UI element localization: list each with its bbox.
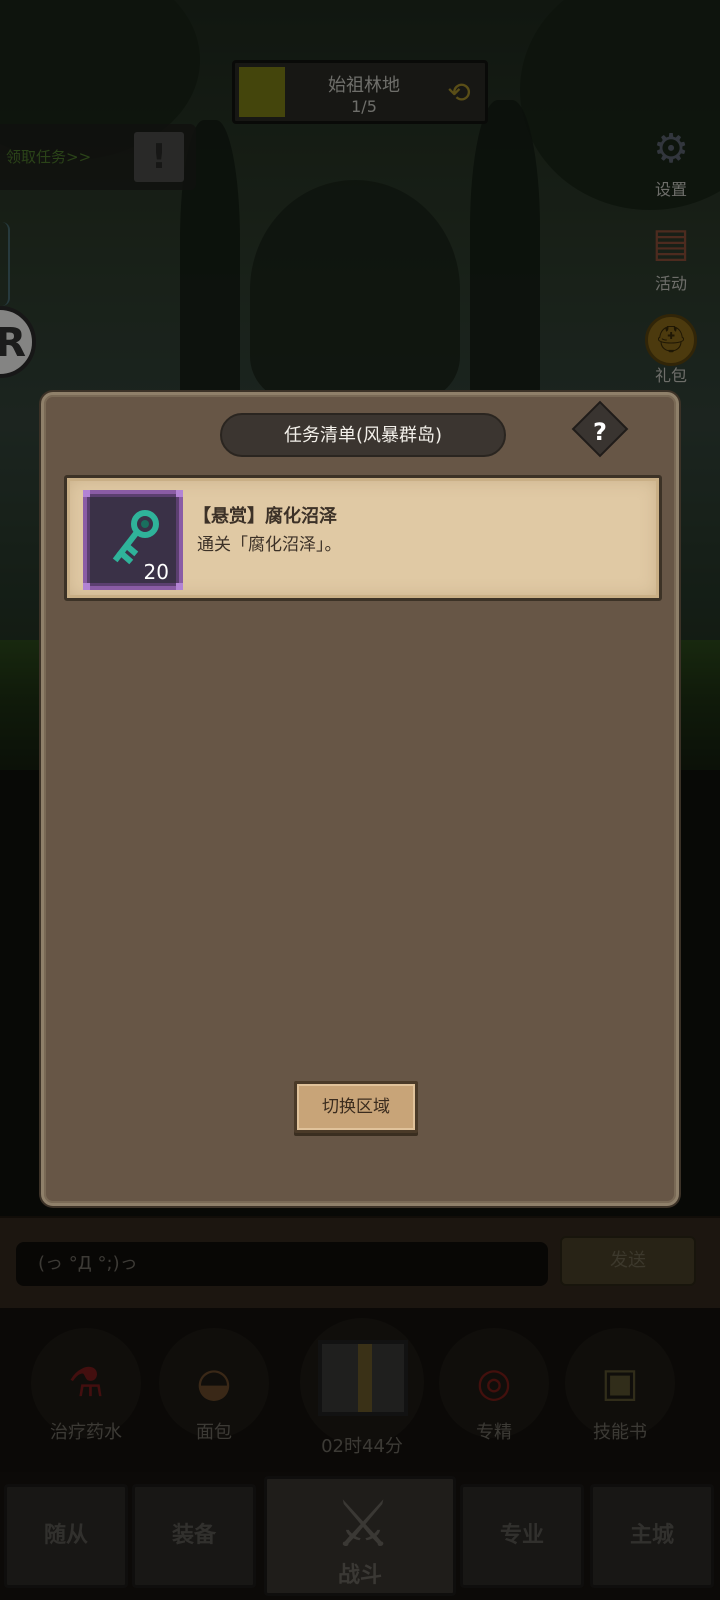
quest-title: 【悬赏】腐化沼泽 <box>193 506 337 527</box>
help-button[interactable]: ? <box>571 400 629 458</box>
switch-region-label: 切换区域 <box>322 1097 390 1117</box>
frame-corner <box>83 583 90 590</box>
quest-description: 通关「腐化沼泽」。 <box>197 535 342 555</box>
reward-count: 20 <box>143 560 169 584</box>
modal-title-bar: 任务清单(风暴群岛) <box>220 413 506 457</box>
frame-corner <box>176 583 183 590</box>
frame-corner <box>83 490 90 497</box>
reward-item-slot[interactable]: 20 <box>83 490 183 590</box>
quest-card[interactable]: 20 【悬赏】腐化沼泽 通关「腐化沼泽」。 <box>64 475 662 601</box>
switch-region-button[interactable]: 切换区域 <box>294 1081 418 1133</box>
frame-corner <box>176 490 183 497</box>
quest-list-modal: 任务清单(风暴群岛) ? 20 【悬赏】腐化沼泽 通关「腐化沼泽」。 切换区域 <box>41 392 679 1206</box>
teal-key-icon <box>112 510 159 565</box>
modal-title: 任务清单(风暴群岛) <box>283 425 443 446</box>
question-mark-icon: ? <box>593 417 607 446</box>
